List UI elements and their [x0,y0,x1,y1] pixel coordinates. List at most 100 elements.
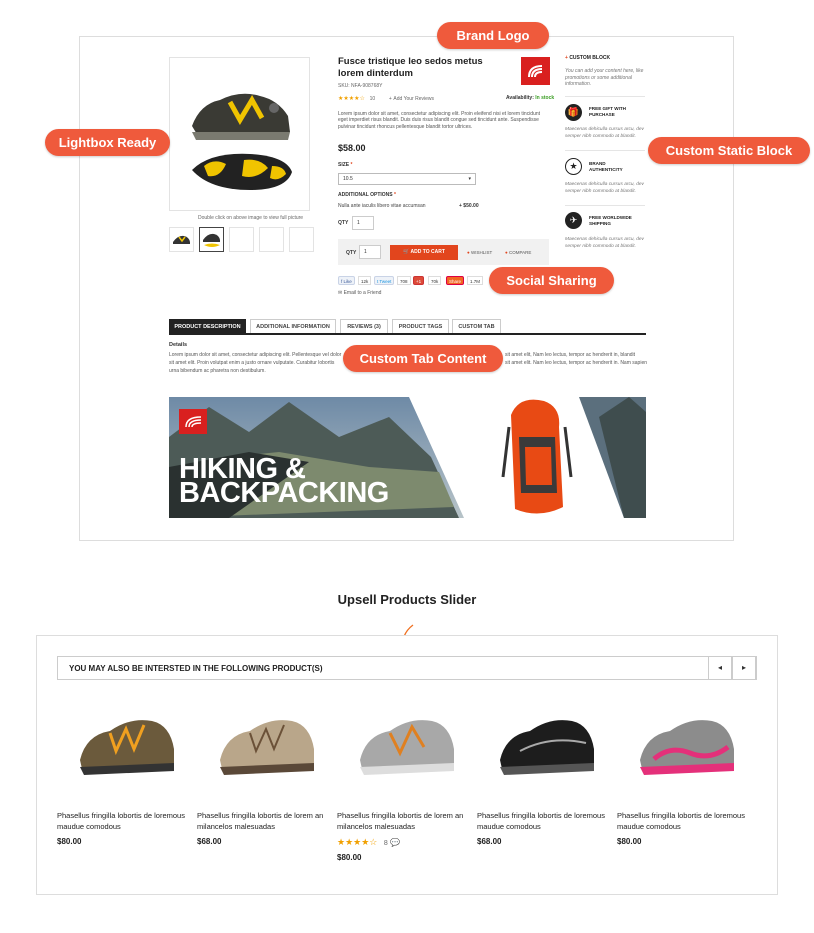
add-to-cart-button[interactable]: 🛒 ADD TO CART [390,245,458,260]
product-name-3[interactable]: Phasellus fringilla lobortis de lorem an… [337,810,467,832]
add-review-link[interactable]: Add Your Reviews [393,96,434,102]
shoe-thumbnail-icon [173,235,190,244]
custom-block-title: + CUSTOM BLOCK [565,55,611,61]
size-select[interactable]: 10.5 ▾ [338,173,476,185]
product-image-1[interactable] [70,705,185,785]
chevron-down-icon: ▾ [468,176,471,182]
availability: Availability: In stock [506,95,554,101]
static-item-title: BRAND AUTHENTICITY [589,161,623,172]
airplane-icon: ✈ [565,212,582,229]
product-title: Fusce tristique leo sedos metus lorem di… [338,56,483,79]
compare-link[interactable]: ● COMPARE [505,250,531,255]
product-main-image[interactable] [169,57,310,211]
product-image-5[interactable] [630,705,745,785]
product-sku: SKU: NFA-908768Y [338,83,383,89]
static-item-title: FREE WORLDWIDE SHIPPING [589,215,632,226]
static-item-desc: Maecenas dehiculla cursus arcu, dev semp… [565,127,644,139]
options-label: ADDITIONAL OPTIONS * [338,192,396,198]
tab-content-line: sit amet elit. Nam leo lectus, tempor ac… [505,360,648,366]
static-item-desc: Maecenas dehiculla cursus arcu, dev semp… [565,182,644,194]
email-friend-link[interactable]: ✉ Email to a Friend [338,290,381,296]
rating-stars: ★★★★☆ [337,837,378,847]
cart-qty-label: QTY [346,250,357,256]
product-name-4[interactable]: Phasellus fringilla lobortis de loremous… [477,810,607,832]
tweet-button[interactable]: t Tweet [374,276,395,285]
facebook-like-button[interactable]: f Like [338,276,355,285]
thumbnail-1[interactable] [169,227,194,252]
tab-product-description[interactable]: PRODUCT DESCRIPTION [169,319,246,334]
tab-additional-information[interactable]: ADDITIONAL INFORMATION [250,319,336,334]
product-name-1[interactable]: Phasellus fringilla lobortis de loremous… [57,810,187,832]
slider-next-button[interactable]: ▸ [732,656,756,680]
thumbnail-4[interactable] [259,227,284,252]
callout-brand-logo: Brand Logo [437,22,549,49]
tab-content-heading: Details [169,342,188,348]
gift-icon: 🎁 [565,104,582,121]
static-item-title: FREE GIFT WITH PURCHASE [589,106,627,117]
hiking-banner[interactable]: HIKING & BACKPACKING [169,397,646,518]
plus-icon: + [388,96,392,102]
product-price-3: $80.00 [337,853,362,862]
like-count: 12k [358,276,372,285]
availability-label: Availability: [506,95,534,101]
product-image-2[interactable] [210,705,325,785]
size-select-value: 10.5 [343,176,353,182]
qty-label: QTY [338,220,349,226]
rating-count: 10 [369,96,376,102]
tab-underline [169,333,646,335]
share-button[interactable]: Share [446,276,465,285]
custom-block-text: You can add your content here, like prom… [565,68,644,87]
tab-content-line: Lorem ipsum dolor sit amet, consectetur … [169,352,342,358]
comment-icon: 💬 [390,838,401,847]
share-count: 1.7M [467,276,484,285]
cart-qty-input[interactable]: 1 [359,245,381,259]
north-face-logo-icon [528,65,543,78]
upsell-heading: YOU MAY ALSO BE INTERSTED IN THE FOLLOWI… [69,664,323,673]
brand-logo[interactable] [521,57,550,85]
tab-content-line: sit amet elit. Proin volutpat enim a jus… [169,360,335,366]
static-item-desc: Maecenas dehiculla cursus arcu, dev semp… [565,237,644,249]
product-price-5: $80.00 [617,837,642,846]
product-name-5[interactable]: Phasellus fringilla lobortis de loremous… [617,810,747,832]
callout-custom-tab: Custom Tab Content [343,345,503,372]
product-image-3[interactable] [350,705,465,785]
size-label: SIZE * [338,162,353,168]
option-price: + $50.00 [459,203,479,209]
banner-title: HIKING & BACKPACKING [179,455,389,509]
slider-prev-button[interactable]: ◂ [708,656,732,680]
caret-right-icon: ▸ [741,663,746,672]
gplus-count: 70k [428,276,442,285]
option-text[interactable]: Nulla ante iaculis libero vitae accumsan [338,203,426,209]
tab-reviews[interactable]: REVIEWS (3) [340,319,388,334]
thumbnail-5[interactable] [289,227,314,252]
product-price-2: $68.00 [197,837,222,846]
image-zoom-note: Double click on above image to view full… [198,215,304,221]
upsell-header: YOU MAY ALSO BE INTERSTED IN THE FOLLOWI… [57,656,757,680]
product-rating-3: ★★★★☆ 8 💬 [337,837,400,848]
qty-input[interactable]: 1 [352,216,374,230]
product-price: $58.00 [338,143,366,153]
tab-content-line: sit amet elit, Nam leo lectus, tempor ac… [505,352,636,358]
product-name-2[interactable]: Phasellus fringilla lobortis de lorem an… [197,810,327,832]
star-badge-icon: ★ [565,158,582,175]
tab-product-tags[interactable]: PRODUCT TAGS [392,319,449,334]
product-price-4: $68.00 [477,837,502,846]
tweet-count: 708 [397,276,411,285]
rating-count: 8 [383,840,388,847]
product-price-1: $80.00 [57,837,82,846]
banner-line-2: BACKPACKING [179,477,389,509]
product-short-description: Lorem ipsum dolor sit amet, consectetur … [338,111,541,130]
wishlist-link[interactable]: ● WISHLIST [467,250,492,255]
thumbnail-3[interactable] [229,227,254,252]
tab-content-line: urna bibendum ac pharetra non destibulum… [169,368,266,374]
tab-custom[interactable]: CUSTOM TAB [452,319,501,334]
caret-left-icon: ◂ [717,663,722,672]
callout-social: Social Sharing [489,267,614,294]
callout-lightbox: Lightbox Ready [45,129,170,156]
product-image-4[interactable] [490,705,605,785]
gplus-button[interactable]: +1 [413,276,425,285]
availability-value: In stock [535,95,555,101]
hiking-shoe-image [192,93,292,190]
rating-stars: ★★★★☆ [338,96,365,102]
thumbnail-2[interactable] [199,227,224,252]
